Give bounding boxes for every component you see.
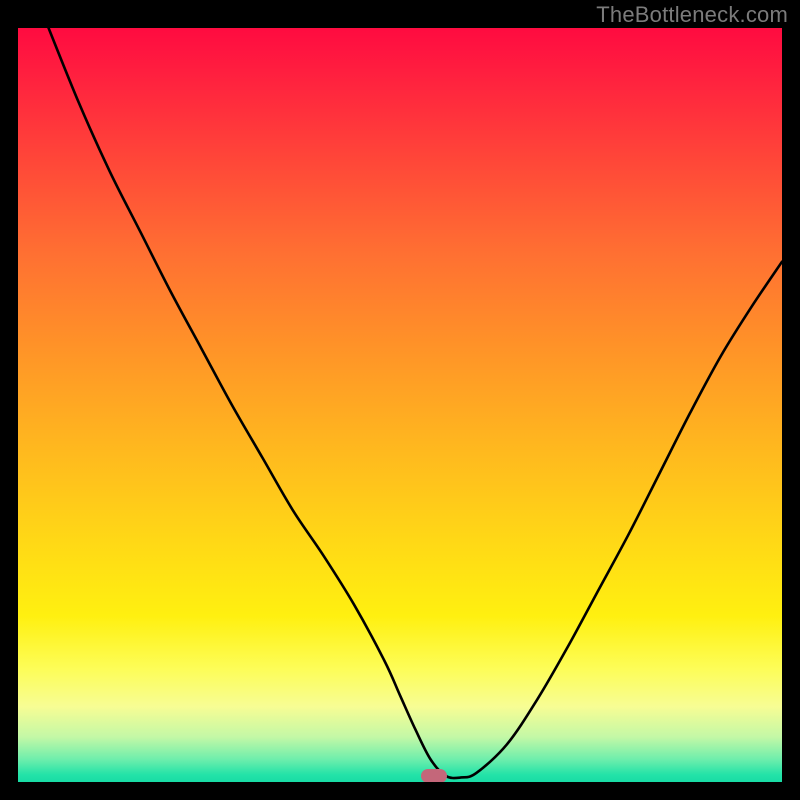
bottleneck-curve	[18, 28, 782, 782]
curve-path	[49, 28, 782, 778]
optimum-marker	[421, 769, 447, 782]
chart-frame: TheBottleneck.com	[0, 0, 800, 800]
attribution-label: TheBottleneck.com	[596, 2, 788, 28]
plot-area	[18, 28, 782, 782]
